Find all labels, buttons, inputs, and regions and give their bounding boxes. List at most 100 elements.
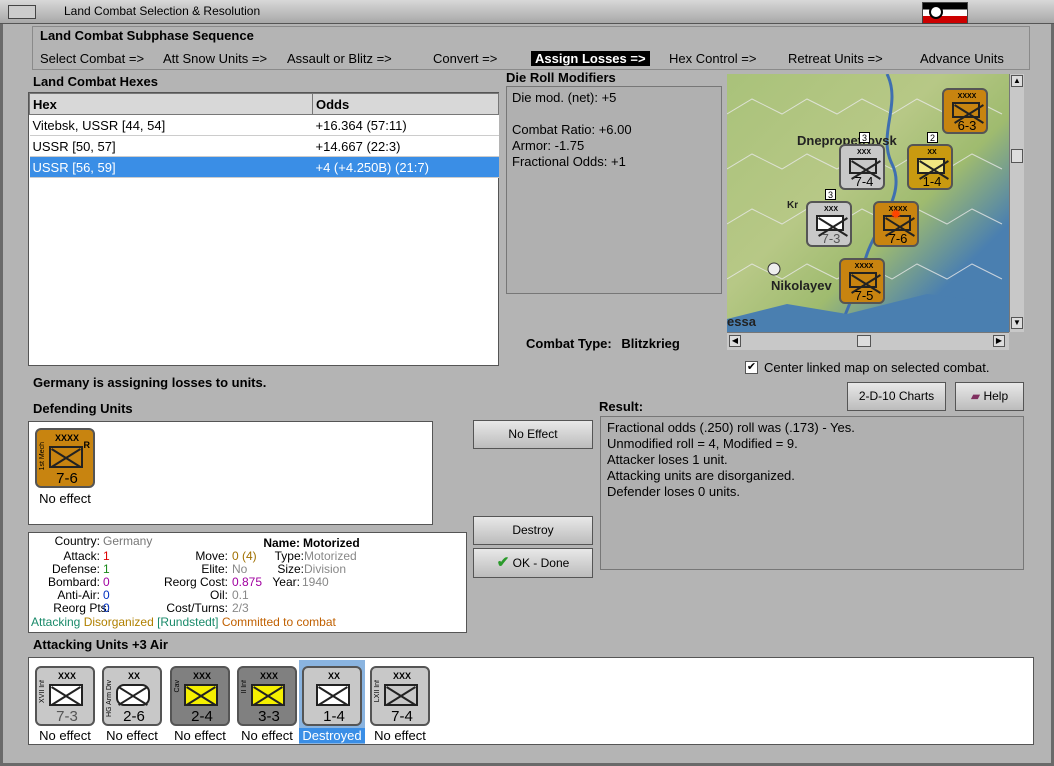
help-book-icon: ▰ (970, 389, 981, 403)
size-label: Size: (277, 562, 304, 576)
ok-done-label: OK - Done (512, 556, 570, 570)
hex-cell: USSR [56, 59] (29, 156, 313, 178)
country-label: Country: (54, 534, 100, 548)
country-value: Germany (103, 534, 153, 548)
table-row-selected[interactable]: USSR [56, 59] +4 (+4.250B) (21:7) (29, 156, 499, 178)
linked-map[interactable]: Dnepropetrovsk Kr Nikolayev essa XXXX 6-… (727, 74, 1009, 332)
type-value: Motorized (304, 549, 357, 563)
combat-explosion-icon: ✹ (890, 206, 902, 222)
window-menu-icon[interactable] (8, 5, 36, 19)
center-map-checkbox[interactable]: ✔ (745, 361, 758, 374)
status-hq: [Rundstedt] (157, 615, 219, 629)
attacking-unit[interactable]: XXX LXII Inf 7-4 (370, 666, 430, 726)
map-vertical-scrollbar[interactable]: ▲ ▼ (1009, 74, 1024, 332)
attacking-unit-label: No effect (106, 728, 158, 743)
name-label: Name: (263, 536, 300, 550)
result-line: Attacking units are disorganized. (607, 468, 795, 483)
step-convert: Convert => (433, 51, 498, 66)
odds-cell: +14.667 (22:3) (312, 135, 499, 157)
attack-label: Attack: (63, 549, 100, 563)
scroll-up-icon[interactable]: ▲ (1011, 75, 1023, 87)
result-line: Fractional odds (.250) roll was (.173) -… (607, 420, 855, 435)
city-kr: Kr (787, 200, 799, 211)
no-effect-button[interactable]: No Effect (473, 420, 593, 449)
status-attacking: Attacking (31, 615, 81, 629)
center-map-label: Center linked map on selected combat. (764, 360, 990, 375)
attacking-unit-label: No effect (39, 728, 91, 743)
defense-value: 1 (103, 562, 110, 576)
elite-value: No (232, 562, 248, 576)
step-assign-losses: Assign Losses => (531, 51, 650, 66)
defending-units-box: XXXX 1st Mech R 7-6 No effect (28, 421, 433, 525)
map-unit[interactable]: XX 1-4 (907, 144, 953, 190)
map-unit[interactable]: XXXX 7-5 (839, 258, 885, 304)
attacking-unit[interactable]: XXX XVII Inf 7-3 (35, 666, 95, 726)
step-select-combat: Select Combat => (40, 51, 145, 66)
city-nikolayev: Nikolayev (771, 278, 832, 293)
result-box: Fractional odds (.250) roll was (.173) -… (600, 416, 1024, 570)
destroy-button[interactable]: Destroy (473, 516, 593, 545)
table-row[interactable]: USSR [50, 57] +14.667 (22:3) (29, 135, 499, 157)
attacking-unit[interactable]: XX HG Arm Div 2-6 (102, 666, 162, 726)
modifier-net: Die mod. (net): +5 (512, 90, 617, 105)
attacking-unit[interactable]: XXX II Inf 3-3 (237, 666, 297, 726)
column-header-hex[interactable]: Hex (29, 93, 313, 115)
stack-count: 3 (825, 189, 836, 200)
combat-type-label: Combat Type: (526, 336, 612, 351)
anti-air-label: Anti-Air: (57, 588, 100, 602)
attacking-unit-label: No effect (374, 728, 426, 743)
scroll-thumb[interactable] (857, 335, 871, 347)
status-committed: Committed to combat (221, 615, 336, 629)
table-row[interactable]: Vitebsk, USSR [44, 54] +16.364 (57:11) (29, 114, 499, 136)
hex-cell: Vitebsk, USSR [44, 54] (29, 114, 313, 136)
scroll-down-icon[interactable]: ▼ (1011, 317, 1023, 329)
result-line: Defender loses 0 units. (607, 484, 740, 499)
step-att-snow-units: Att Snow Units => (163, 51, 268, 66)
combat-type-value: Blitzkrieg (621, 336, 680, 351)
modifier-spacer (512, 106, 632, 122)
map-unit[interactable]: XXX 7-4 (839, 144, 885, 190)
map-unit[interactable]: XXX 7-3 (806, 201, 852, 247)
size-value: Division (304, 562, 347, 576)
move-value: 0 (4) (232, 549, 257, 563)
modifiers-box: Die mod. (net): +5 Combat Ratio: +6.00 A… (506, 86, 722, 294)
odds-cell: +16.364 (57:11) (312, 114, 499, 136)
hex-cell: USSR [50, 57] (29, 135, 313, 157)
odds-cell: +4 (+4.250B) (21:7) (312, 156, 499, 178)
step-retreat-units: Retreat Units => (788, 51, 883, 66)
column-header-odds[interactable]: Odds (312, 93, 499, 115)
modifier-combat-ratio: Combat Ratio: +6.00 (512, 122, 632, 137)
result-header: Result: (599, 399, 644, 414)
attacking-unit-label: No effect (241, 728, 293, 743)
attacking-header: Attacking Units +3 Air (33, 637, 168, 652)
ok-done-button[interactable]: ✔ OK - Done (473, 548, 593, 578)
map-unit[interactable]: XXXX 6-3 (942, 88, 988, 134)
scroll-left-icon[interactable]: ◀ (729, 335, 741, 347)
stack-count: 3 (859, 132, 870, 143)
anti-air-value: 0 (103, 588, 110, 602)
cost-turns-label: Cost/Turns: (166, 601, 228, 615)
scroll-thumb[interactable] (1011, 149, 1023, 163)
charts-button[interactable]: 2-D-10 Charts (847, 382, 946, 411)
defending-unit[interactable]: XXXX 1st Mech R 7-6 (35, 428, 95, 488)
unit-status-line: Attacking Disorganized [Rundstedt] Commi… (31, 615, 336, 629)
type-label: Type: (274, 549, 304, 563)
status-text: Germany is assigning losses to units. (33, 375, 267, 390)
title-bar: Land Combat Selection & Resolution (0, 0, 1054, 24)
reorg-pts-value: 0 (103, 601, 110, 615)
attacking-unit-selected[interactable]: XX 1-4 (302, 666, 362, 726)
checkmark-icon: ✔ (496, 554, 510, 571)
help-button[interactable]: ▰ Help (955, 382, 1024, 411)
scroll-right-icon[interactable]: ▶ (993, 335, 1005, 347)
defending-header: Defending Units (33, 401, 133, 416)
name-value: Motorized (303, 536, 360, 550)
attacking-unit-label: No effect (174, 728, 226, 743)
elite-label: Elite: (201, 562, 228, 576)
airfield-icon (767, 262, 781, 276)
modifier-fractional-odds: Fractional Odds: +1 (512, 154, 626, 169)
defending-unit-label: No effect (39, 491, 91, 506)
step-assault-or-blitz: Assault or Blitz => (287, 51, 392, 66)
map-horizontal-scrollbar[interactable]: ◀ ▶ (727, 332, 1009, 350)
cost-turns-value: 2/3 (232, 601, 249, 615)
attacking-unit[interactable]: XXX Cav 2-4 (170, 666, 230, 726)
